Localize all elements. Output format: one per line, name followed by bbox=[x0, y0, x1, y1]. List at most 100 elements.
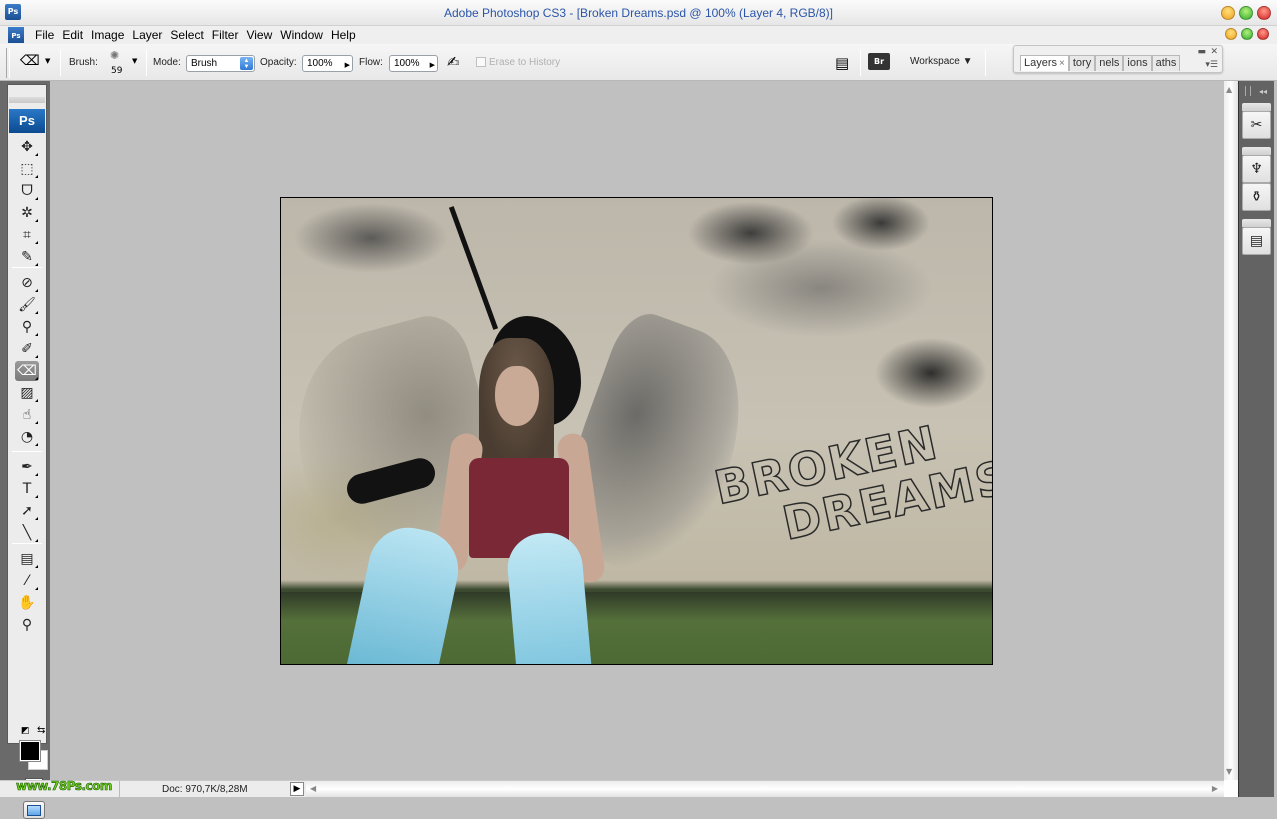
dock-collapse-icon[interactable]: ◂◂ bbox=[1259, 87, 1267, 96]
clone-stamp-tool[interactable]: ⚲ bbox=[15, 317, 39, 337]
clone-source-icon: ⚱ bbox=[1250, 189, 1263, 205]
vertical-scrollbar[interactable]: ▲ ▼ bbox=[1224, 81, 1238, 780]
screen-mode-button[interactable] bbox=[23, 801, 45, 819]
lasso-tool[interactable]: ᗜ bbox=[15, 181, 39, 201]
horizontal-scrollbar[interactable]: ◀ ▶ bbox=[306, 780, 1224, 797]
slice-icon: ✎ bbox=[21, 249, 33, 265]
select-stepper-icon: ▲ ▼ bbox=[240, 57, 253, 70]
menu-help[interactable]: Help bbox=[327, 28, 360, 42]
title-bar: Ps Adobe Photoshop CS3 - [Broken Dreams.… bbox=[0, 0, 1277, 26]
flow-field[interactable]: 100% ▶ bbox=[389, 55, 438, 72]
canvas-ink-drip bbox=[448, 206, 499, 330]
gradient-icon: ▨ bbox=[20, 385, 34, 401]
panel-menu-icon[interactable]: ▾☰ bbox=[1205, 60, 1218, 70]
maximize-button[interactable] bbox=[1239, 6, 1253, 20]
panel-tab-2[interactable]: nels bbox=[1095, 55, 1124, 71]
foreground-color-swatch[interactable] bbox=[19, 740, 41, 762]
line-icon: ╲ bbox=[22, 525, 32, 541]
tool-presets-button[interactable]: ✂ bbox=[1242, 111, 1271, 139]
mode-select[interactable]: Brush ▲ ▼ bbox=[186, 55, 255, 72]
brushes-button[interactable]: ♆ bbox=[1242, 155, 1271, 183]
panel-tab-0[interactable]: Layers × bbox=[1020, 55, 1069, 71]
menu-layer[interactable]: Layer bbox=[128, 28, 166, 42]
menu-window[interactable]: Window bbox=[276, 28, 327, 42]
dock-group-header[interactable] bbox=[1242, 147, 1271, 155]
notes-icon: ▤ bbox=[20, 551, 34, 567]
brush-tool[interactable]: 🖌 bbox=[15, 295, 39, 315]
menu-file[interactable]: File bbox=[31, 28, 58, 42]
doc-close-button[interactable] bbox=[1257, 28, 1269, 40]
document-canvas[interactable]: BROKEN DREAMS bbox=[280, 197, 993, 665]
move-tool[interactable]: ✥ bbox=[15, 137, 39, 157]
panel-dock: ◂◂ ✂ ♆ ⚱ ▤ bbox=[1238, 81, 1274, 797]
notes-tool[interactable]: ▤ bbox=[15, 549, 39, 569]
mode-value: Brush bbox=[191, 58, 218, 69]
doc-maximize-button[interactable] bbox=[1241, 28, 1253, 40]
erase-to-history-checkbox[interactable] bbox=[476, 57, 486, 67]
history-brush-icon: ✐ bbox=[21, 341, 33, 357]
menu-view[interactable]: View bbox=[242, 28, 276, 42]
brush-preview-icon[interactable]: ✺ bbox=[110, 49, 119, 62]
brush-picker-dropdown-icon[interactable]: ▼ bbox=[132, 57, 137, 65]
default-colors-icon[interactable]: ◩ bbox=[21, 726, 30, 736]
airbrush-icon[interactable]: ✍ bbox=[447, 53, 460, 71]
crop-tool[interactable]: ⌗ bbox=[15, 225, 39, 245]
menu-edit[interactable]: Edit bbox=[58, 28, 87, 42]
history-brush-tool[interactable]: ✐ bbox=[15, 339, 39, 359]
info-button[interactable]: ▤ bbox=[1242, 227, 1271, 255]
dock-grip[interactable] bbox=[1245, 86, 1251, 96]
close-button[interactable] bbox=[1257, 6, 1271, 20]
opacity-slider-arrow-icon[interactable]: ▶ bbox=[345, 58, 350, 73]
zoom-tool[interactable]: ⚲ bbox=[15, 615, 39, 635]
pen-tool[interactable]: ✒ bbox=[15, 457, 39, 477]
hand-icon: ✋ bbox=[18, 595, 36, 611]
hand-tool[interactable]: ✋ bbox=[15, 593, 39, 613]
clone-source-button[interactable]: ⚱ bbox=[1242, 183, 1271, 211]
marquee-tool[interactable]: ⬚ bbox=[15, 159, 39, 179]
bridge-icon[interactable]: Br bbox=[868, 53, 890, 70]
line-tool[interactable]: ╲ bbox=[15, 523, 39, 543]
swap-colors-icon[interactable]: ⇆ bbox=[37, 725, 45, 736]
menu-image[interactable]: Image bbox=[87, 28, 128, 42]
panel-tab-close-icon[interactable]: × bbox=[1059, 58, 1065, 69]
opacity-field[interactable]: 100% ▶ bbox=[302, 55, 353, 72]
scroll-up-arrow-icon[interactable]: ▲ bbox=[1226, 85, 1232, 94]
document-icon[interactable]: Ps bbox=[8, 27, 24, 43]
flow-slider-arrow-icon[interactable]: ▶ bbox=[430, 58, 435, 73]
blur-tool[interactable]: ☝ bbox=[15, 405, 39, 425]
tool-preset-dropdown-icon[interactable]: ▼ bbox=[45, 57, 50, 65]
scroll-left-arrow-icon[interactable]: ◀ bbox=[310, 784, 316, 793]
toolbox-header[interactable] bbox=[9, 97, 45, 103]
menu-select[interactable]: Select bbox=[166, 28, 207, 42]
eraser-icon[interactable]: ⌫ bbox=[20, 53, 40, 69]
panel-tab-4[interactable]: aths bbox=[1151, 55, 1181, 71]
toolbox: Ps ✥ ⬚ ᗜ ✲ ⌗ ✎ ⊘ 🖌 ⚲ ✐ ⌫ ▨ ☝ ◔ ✒ T ➚ ╲ ▤ ⁄ ✋ ⚲ ◩ ⇆ bbox=[7, 84, 48, 819]
photoshop-logo[interactable]: Ps bbox=[9, 109, 45, 133]
gradient-tool[interactable]: ▨ bbox=[15, 383, 39, 403]
doc-minimize-button[interactable] bbox=[1225, 28, 1237, 40]
healing-brush-tool[interactable]: ⊘ bbox=[15, 273, 39, 293]
scroll-right-arrow-icon[interactable]: ▶ bbox=[1212, 784, 1218, 793]
minimize-button[interactable] bbox=[1221, 6, 1235, 20]
panel-minimize-icon[interactable]: ▬ bbox=[1197, 47, 1206, 57]
dock-group-header[interactable] bbox=[1242, 219, 1271, 227]
path-selection-tool[interactable]: ➚ bbox=[15, 501, 39, 521]
dock-group-header[interactable] bbox=[1242, 103, 1271, 111]
status-menu-arrow-icon[interactable]: ▶ bbox=[290, 782, 304, 796]
panel-tab-3[interactable]: ions bbox=[1123, 55, 1152, 71]
menu-filter[interactable]: Filter bbox=[208, 28, 243, 42]
separator bbox=[60, 50, 61, 76]
type-tool[interactable]: T bbox=[15, 479, 39, 499]
brushes-icon: ♆ bbox=[1250, 161, 1263, 177]
eyedropper-tool[interactable]: ⁄ bbox=[15, 571, 39, 591]
scroll-down-arrow-icon[interactable]: ▼ bbox=[1226, 767, 1232, 776]
panel-tab-1[interactable]: tory bbox=[1068, 55, 1096, 71]
slice-tool[interactable]: ✎ bbox=[15, 247, 39, 267]
panel-close-icon[interactable]: ✕ bbox=[1210, 47, 1218, 57]
eraser-tool[interactable]: ⌫ bbox=[15, 361, 39, 381]
palette-well-icon[interactable]: ▤ bbox=[835, 54, 849, 72]
magic-wand-tool[interactable]: ✲ bbox=[15, 203, 39, 223]
options-bar-grip[interactable] bbox=[6, 48, 10, 78]
workspace-menu[interactable]: Workspace ▼ bbox=[910, 56, 973, 67]
dodge-tool[interactable]: ◔ bbox=[15, 427, 39, 447]
